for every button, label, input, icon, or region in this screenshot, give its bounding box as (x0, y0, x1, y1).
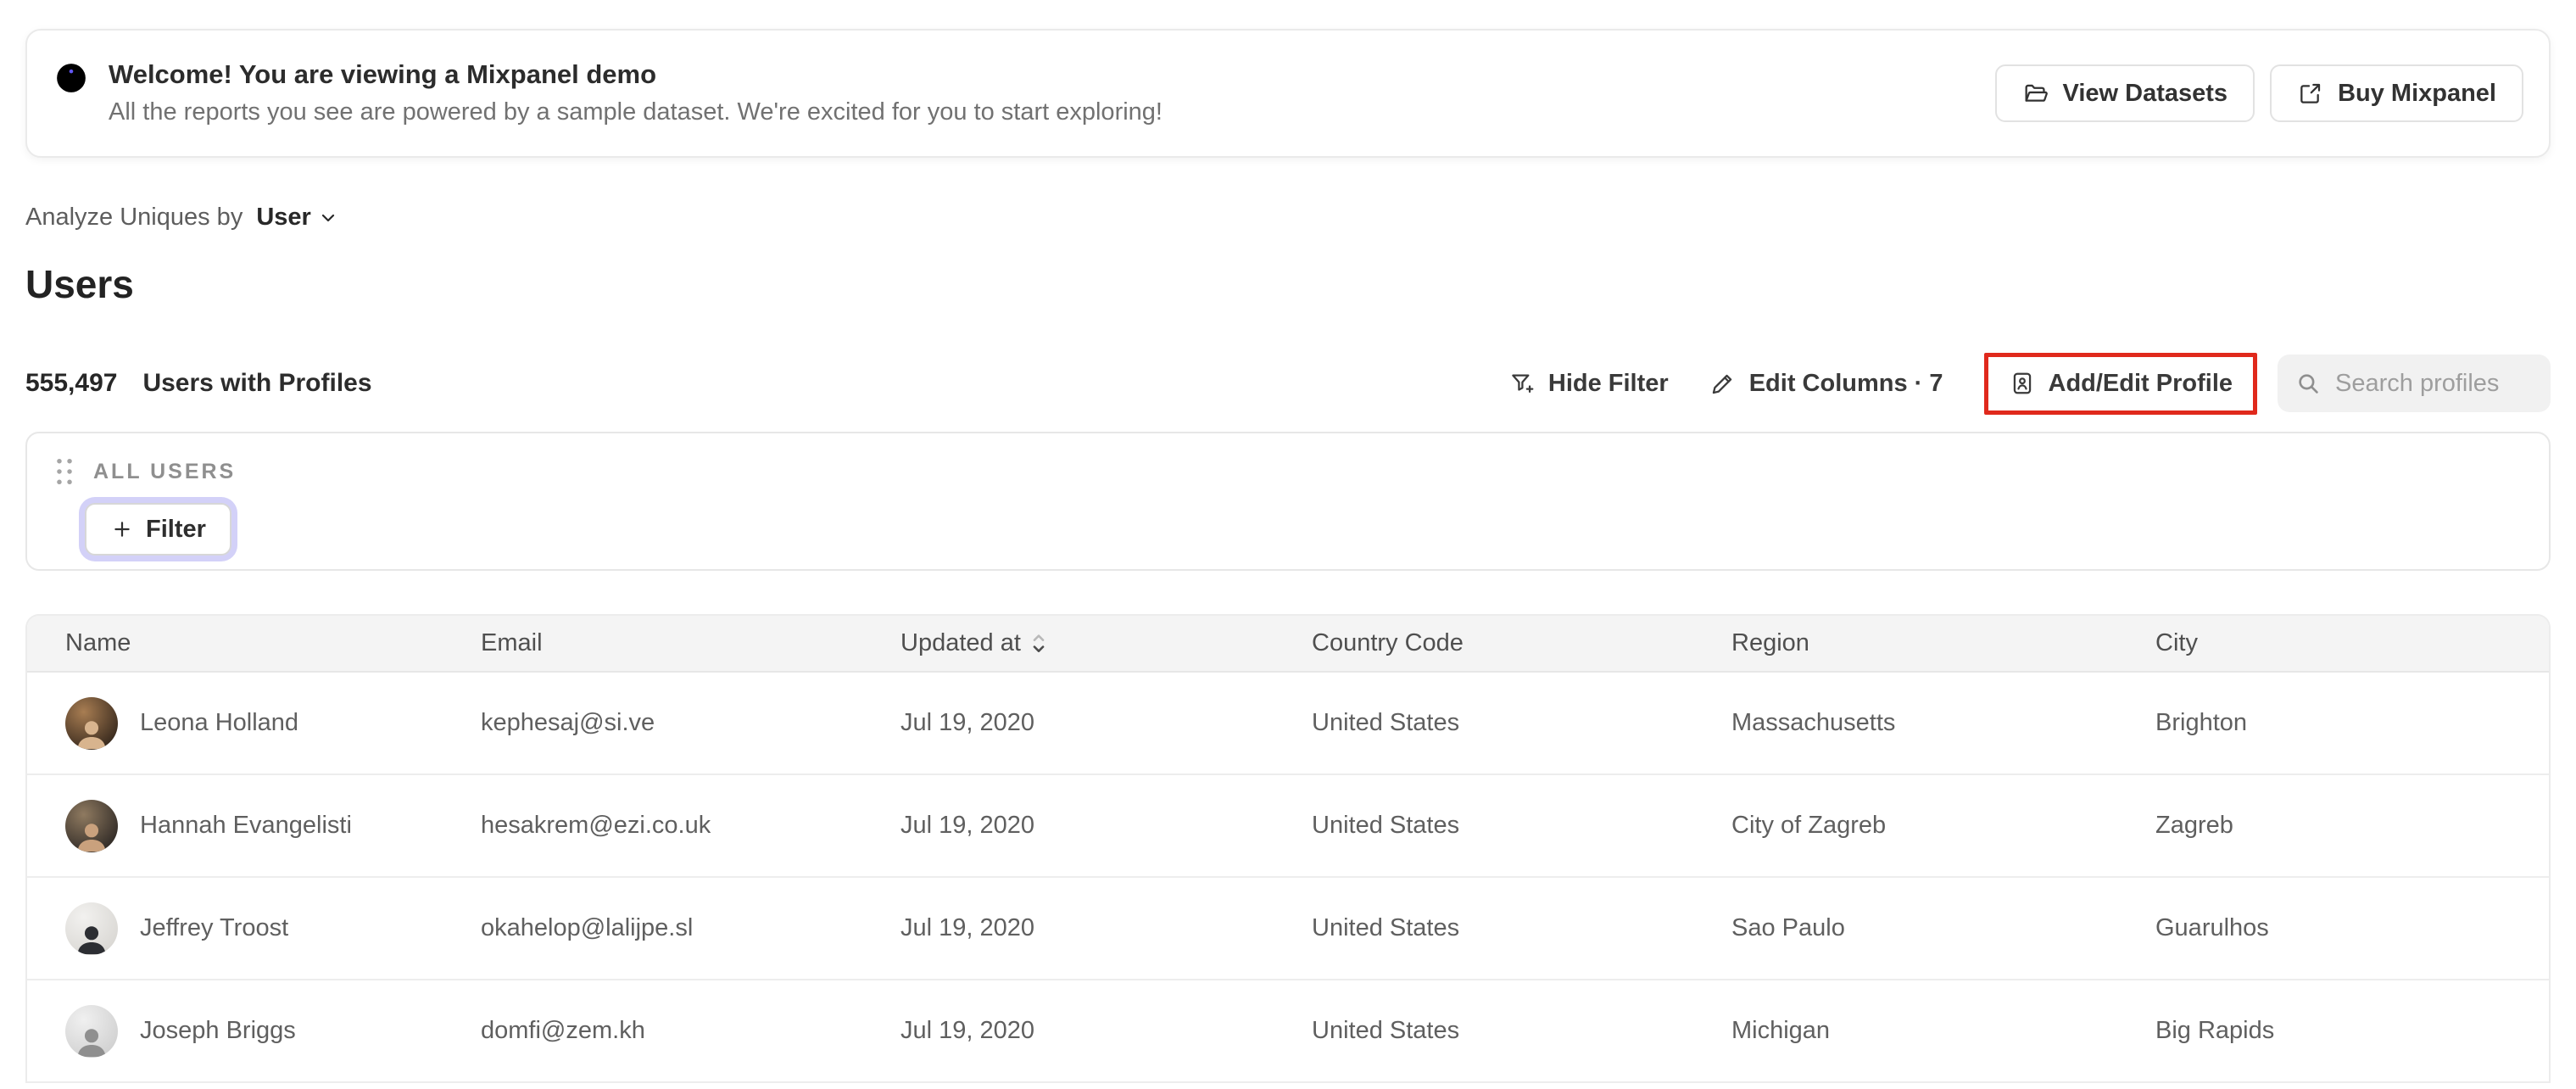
user-country-code: United States (1274, 774, 1693, 878)
user-email: hesakrem@ezi.co.uk (443, 774, 862, 878)
analyze-uniques-row: Analyze Uniques by User (25, 204, 338, 232)
buy-mixpanel-label: Buy Mixpanel (2338, 79, 2496, 107)
sort-carets-icon (1033, 634, 1045, 652)
profiles-summary: 555,497 Users with Profiles (25, 369, 372, 398)
user-city: Zagreb (2117, 774, 2549, 878)
hide-filter-button[interactable]: Hide Filter (1508, 370, 1669, 398)
column-header-name[interactable]: Name (27, 616, 443, 673)
user-name: Leona Holland (140, 709, 299, 736)
pencil-icon (1712, 374, 1731, 394)
user-email: okahelop@lalijpe.sl (443, 877, 862, 980)
search-profiles-box (2278, 355, 2551, 412)
user-updated-at: Jul 19, 2020 (862, 980, 1274, 1083)
user-updated-at: Jul 19, 2020 (862, 774, 1274, 878)
add-edit-profile-label: Add/Edit Profile (2048, 369, 2233, 397)
edit-columns-label: Edit Columns · 7 (1748, 369, 1943, 397)
user-updated-at: Jul 19, 2020 (862, 877, 1274, 980)
person-silhouette-icon (77, 720, 106, 749)
analyze-by-dropdown[interactable]: User (256, 204, 338, 232)
analyze-uniques-label: Analyze Uniques by (25, 204, 243, 231)
demo-banner: Welcome! You are viewing a Mixpanel demo… (25, 29, 2551, 158)
buy-mixpanel-button[interactable]: Buy Mixpanel (2270, 64, 2523, 122)
user-region: Massachusetts (1693, 672, 2117, 775)
avatar (65, 1004, 118, 1058)
column-header-city[interactable]: City (2117, 616, 2549, 673)
id-badge-user-icon (2013, 372, 2031, 394)
user-region: Sao Paulo (1693, 877, 2117, 980)
avatar (65, 799, 118, 852)
users-table-body: Leona Holland kephesaj@si.ve Jul 19, 202… (27, 672, 2549, 1083)
avatar (65, 902, 118, 955)
add-filter-label: Filter (146, 515, 206, 543)
banner-message: Welcome! You are viewing a Mixpanel demo… (53, 58, 1163, 129)
edit-columns-button[interactable]: Edit Columns · 7 (1709, 370, 1943, 398)
users-table-header: Name Email Updated at Country Code Regio… (27, 616, 2549, 673)
table-row[interactable]: Jeffrey Troost okahelop@lalijpe.sl Jul 1… (27, 877, 2549, 980)
column-header-updated-at[interactable]: Updated at (862, 616, 1274, 673)
user-country-code: United States (1274, 672, 1693, 775)
user-region: City of Zagreb (1693, 774, 2117, 878)
hide-filter-label: Hide Filter (1547, 369, 1669, 397)
profiles-count-label: Users with Profiles (142, 369, 372, 397)
chevron-down-icon (321, 214, 334, 221)
person-silhouette-icon (77, 823, 106, 852)
view-datasets-label: View Datasets (2062, 79, 2228, 107)
external-link-icon (2300, 83, 2321, 103)
info-icon (57, 64, 86, 92)
user-city: Brighton (2117, 672, 2549, 775)
add-filter-button[interactable]: Filter (85, 503, 231, 556)
column-header-region[interactable]: Region (1693, 616, 2117, 673)
drag-handle-icon[interactable] (54, 457, 75, 486)
table-row[interactable]: Joseph Briggs domfi@zem.kh Jul 19, 2020 … (27, 980, 2549, 1083)
table-row[interactable]: Leona Holland kephesaj@si.ve Jul 19, 202… (27, 672, 2549, 775)
banner-title: Welcome! You are viewing a Mixpanel demo (109, 59, 657, 89)
user-email: domfi@zem.kh (443, 980, 862, 1083)
user-name: Hannah Evangelisti (140, 812, 352, 839)
stats-toolbar-row: 555,497 Users with Profiles Hide Filter … (25, 346, 2551, 421)
search-icon (2299, 374, 2318, 394)
person-silhouette-icon (77, 1028, 106, 1057)
person-silhouette-icon (77, 925, 106, 954)
users-table: Name Email Updated at Country Code Regio… (25, 614, 2551, 1083)
column-header-email[interactable]: Email (443, 616, 862, 673)
user-country-code: United States (1274, 980, 1693, 1083)
funnel-plus-icon (1512, 374, 1534, 393)
table-toolbar: Hide Filter Edit Columns · 7 Add/Edit Pr… (1508, 352, 2551, 415)
banner-subtitle: All the reports you see are powered by a… (109, 98, 1163, 126)
plus-icon (114, 522, 130, 537)
table-row[interactable]: Hannah Evangelisti hesakrem@ezi.co.uk Ju… (27, 774, 2549, 878)
analyze-by-value: User (256, 204, 311, 231)
user-name: Joseph Briggs (140, 1017, 296, 1044)
user-country-code: United States (1274, 877, 1693, 980)
user-city: Guarulhos (2117, 877, 2549, 980)
profiles-count: 555,497 (25, 369, 118, 397)
open-folder-icon (2025, 84, 2048, 102)
user-updated-at: Jul 19, 2020 (862, 672, 1274, 775)
user-city: Big Rapids (2117, 980, 2549, 1083)
user-name: Jeffrey Troost (140, 914, 289, 941)
filter-group-label: ALL USERS (93, 459, 237, 483)
annotation-highlight-box: Add/Edit Profile (1983, 352, 2257, 415)
page-title: Users (25, 262, 134, 306)
user-region: Michigan (1693, 980, 2117, 1083)
add-edit-profile-button[interactable]: Add/Edit Profile (2009, 370, 2233, 398)
filter-panel: ALL USERS Filter (25, 432, 2551, 571)
view-datasets-button[interactable]: View Datasets (1994, 64, 2255, 122)
avatar (65, 696, 118, 750)
user-email: kephesaj@si.ve (443, 672, 862, 775)
column-header-country-code[interactable]: Country Code (1274, 616, 1693, 673)
